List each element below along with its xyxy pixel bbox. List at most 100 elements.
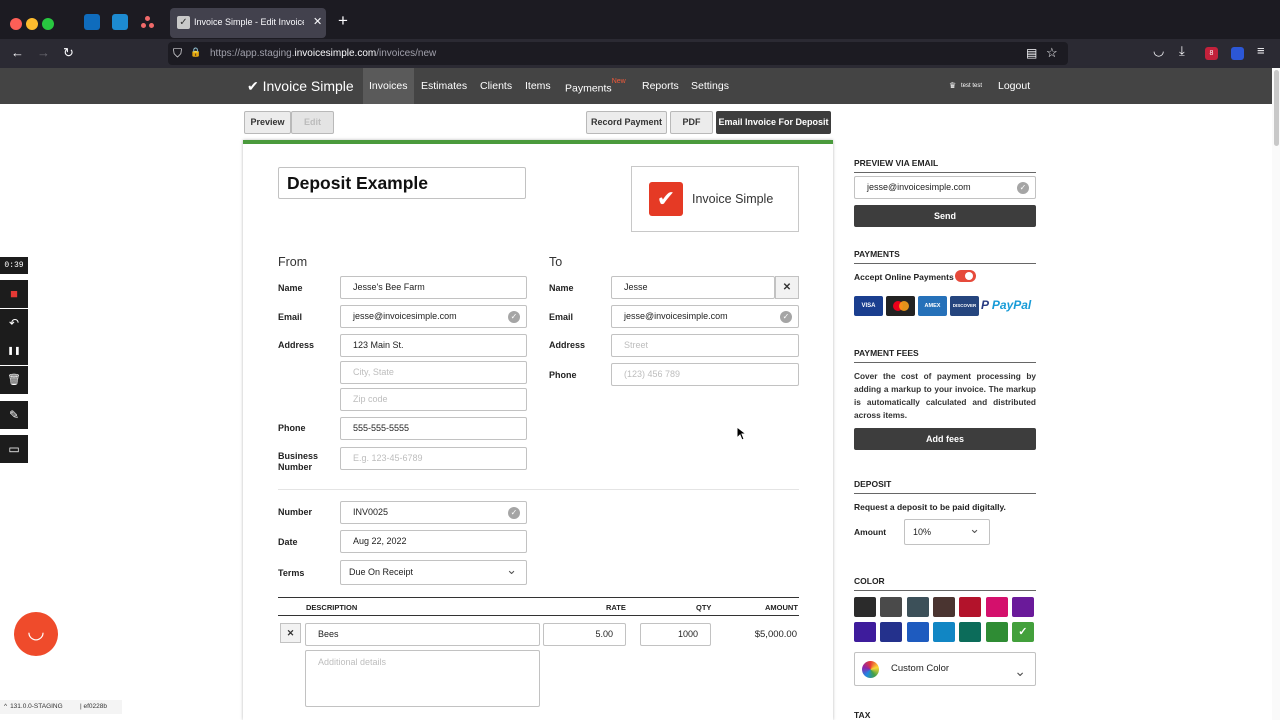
to-street-input[interactable]: Street [611, 334, 799, 357]
deposit-text: Request a deposit to be paid digitally. [854, 502, 1006, 512]
color-swatch[interactable] [985, 597, 1008, 617]
logout-link[interactable]: Logout [998, 80, 1030, 92]
accept-online-toggle[interactable] [955, 270, 976, 282]
color-swatch[interactable] [959, 597, 982, 617]
url-bar[interactable]: ⛉ 🔒 https://app.staging.invoicesimple.co… [168, 42, 1068, 65]
color-swatch[interactable] [985, 622, 1008, 642]
pinned-tab-outlook-icon[interactable] [84, 14, 100, 30]
send-button[interactable]: Send [854, 205, 1036, 227]
color-swatch[interactable] [1011, 597, 1034, 617]
nav-invoices[interactable]: Invoices [363, 68, 414, 104]
logo-check-icon: ✔ [649, 182, 683, 216]
tab-favicon-icon: ✓ [177, 16, 190, 29]
color-swatch[interactable]: ✓ [1011, 622, 1034, 642]
business-number-input[interactable]: E.g. 123-45-6789 [340, 447, 527, 470]
custom-color-select[interactable]: Custom Color ⌄ [854, 652, 1036, 686]
terms-select[interactable]: Due On Receipt ⌄ [340, 560, 527, 585]
color-swatch[interactable] [880, 597, 903, 617]
to-phone-input[interactable]: (123) 456 789 [611, 363, 799, 386]
item-amount: $5,000.00 [754, 629, 797, 640]
app-menu-icon[interactable]: ≡ [1257, 43, 1265, 58]
email-invoice-deposit-button[interactable]: Email Invoice For Deposit [716, 111, 831, 134]
shield-icon[interactable]: ⛉ [173, 46, 182, 61]
from-email-input[interactable]: jesse@invoicesimple.com ✓ [340, 305, 527, 328]
extension-badge-icon[interactable]: 8 [1205, 47, 1218, 60]
deposit-amount-select[interactable]: 10% ⌄ [904, 519, 990, 545]
stop-recording-icon[interactable]: ■ [0, 280, 28, 308]
color-swatch[interactable] [854, 622, 876, 642]
pocket-icon[interactable]: ◡ [1153, 43, 1164, 59]
from-city-input[interactable]: City, State [340, 361, 527, 384]
item-qty-input[interactable]: 1000 [640, 623, 711, 646]
camera-icon[interactable]: ▭ [0, 435, 28, 463]
pdf-button[interactable]: PDF [670, 111, 713, 134]
scrollbar-thumb[interactable] [1274, 70, 1279, 146]
zoom-window-button[interactable] [42, 18, 54, 30]
chat-widget-button[interactable]: ◡ [14, 612, 58, 656]
user-name[interactable]: test test [961, 83, 982, 89]
edit-button[interactable]: Edit [291, 111, 334, 134]
nav-payments[interactable]: PaymentsNew [559, 68, 632, 104]
nav-reports[interactable]: Reports [636, 68, 685, 104]
from-street-input[interactable]: 123 Main St. [340, 334, 527, 357]
invoice-date-input[interactable]: Aug 22, 2022 [340, 530, 527, 553]
invoice-number-input[interactable]: INV0025 ✓ [340, 501, 527, 524]
nav-settings[interactable]: Settings [685, 68, 735, 104]
nav-clients[interactable]: Clients [474, 68, 518, 104]
col-qty: QTY [696, 603, 712, 612]
from-phone-input[interactable]: 555-555-5555 [340, 417, 527, 440]
record-payment-button[interactable]: Record Payment [586, 111, 667, 134]
nav-payments-label: Payments [565, 82, 612, 95]
close-window-button[interactable] [10, 18, 22, 30]
pinned-tab-asana-icon[interactable] [140, 14, 156, 30]
trash-icon[interactable]: 🗑 [0, 366, 28, 394]
color-swatch[interactable] [906, 597, 929, 617]
color-swatch[interactable] [932, 597, 955, 617]
add-fees-button[interactable]: Add fees [854, 428, 1036, 450]
from-name-input[interactable]: Jesse's Bee Farm [340, 276, 527, 299]
color-swatch[interactable] [932, 622, 955, 642]
remove-item-button[interactable]: ✕ [280, 623, 301, 643]
item-details-textarea[interactable]: Additional details [305, 650, 540, 707]
undo-icon[interactable]: ↶ [0, 309, 28, 337]
preview-button[interactable]: Preview [244, 111, 291, 134]
color-swatch[interactable] [906, 622, 929, 642]
from-zip-input[interactable]: Zip code [340, 388, 527, 411]
page-scrollbar[interactable] [1272, 68, 1280, 720]
invoice-title-input[interactable]: Deposit Example [278, 167, 526, 199]
visa-icon: VISA [854, 296, 883, 316]
tab-close-icon[interactable]: ✕ [313, 15, 322, 28]
item-description-input[interactable]: Bees [305, 623, 540, 646]
reload-icon[interactable]: ↻ [63, 45, 74, 61]
preview-email-input[interactable]: jesse@invoicesimple.com ✓ [854, 176, 1036, 199]
color-swatch[interactable] [959, 622, 982, 642]
lock-icon[interactable]: 🔒 [190, 47, 201, 58]
number-label: Number [278, 507, 313, 517]
back-icon[interactable]: ← [11, 45, 24, 60]
caret-up-icon[interactable]: ^ [0, 703, 10, 710]
terms-label: Terms [278, 568, 305, 578]
item-rate-input[interactable]: 5.00 [543, 623, 626, 646]
brand-logo[interactable]: ✔ Invoice Simple [247, 78, 354, 95]
to-email-value: jesse@invoicesimple.com [624, 311, 728, 321]
nav-items[interactable]: Items [519, 68, 557, 104]
color-swatch[interactable] [880, 622, 903, 642]
color-swatch[interactable] [854, 597, 876, 617]
to-name-input[interactable]: Jesse [611, 276, 775, 299]
logo-box[interactable]: ✔ Invoice Simple [631, 166, 799, 232]
to-email-input[interactable]: jesse@invoicesimple.com ✓ [611, 305, 799, 328]
nav-estimates[interactable]: Estimates [415, 68, 473, 104]
clear-client-button[interactable]: ✕ [775, 276, 799, 299]
extension-icon[interactable] [1231, 47, 1244, 60]
pinned-tab-app-icon[interactable] [112, 14, 128, 30]
pen-icon[interactable]: ✎ [0, 401, 28, 429]
pause-icon[interactable]: ❚❚ [0, 337, 28, 365]
forward-icon[interactable]: → [37, 45, 50, 60]
active-tab[interactable]: ✓ Invoice Simple - Edit Invoice INV0025 … [170, 8, 326, 38]
bookmark-star-icon[interactable]: ☆ [1046, 45, 1058, 61]
reader-view-icon[interactable]: ▤ [1026, 46, 1037, 60]
downloads-icon[interactable]: ⤓ [1179, 43, 1185, 59]
verified-check-icon: ✓ [508, 507, 520, 519]
minimize-window-button[interactable] [26, 18, 38, 30]
new-tab-button[interactable]: + [338, 11, 348, 31]
